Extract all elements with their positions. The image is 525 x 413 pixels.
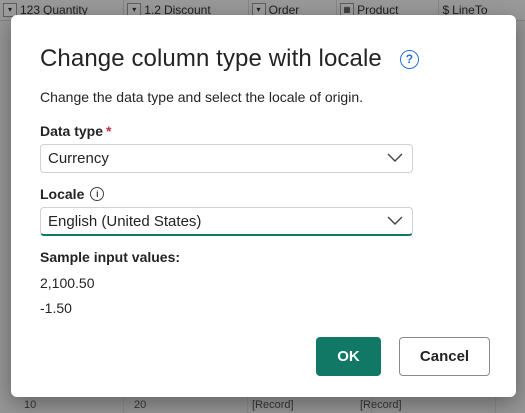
locale-label-text: Locale: [40, 186, 85, 202]
sample-value: -1.50: [40, 300, 72, 316]
dialog-header: Change column type with locale ?: [40, 45, 419, 73]
locale-label: Locale i: [40, 186, 105, 202]
sample-value: 2,100.50: [40, 275, 95, 291]
dialog-subtitle: Change the data type and select the loca…: [40, 89, 363, 105]
locale-value: English (United States): [48, 212, 202, 230]
help-icon[interactable]: ?: [399, 49, 419, 69]
ok-button[interactable]: OK: [316, 337, 381, 376]
data-type-label: Data type *: [40, 123, 111, 139]
info-icon[interactable]: i: [90, 187, 105, 202]
change-type-dialog: Change column type with locale ? Change …: [11, 15, 516, 397]
cancel-button[interactable]: Cancel: [399, 337, 490, 376]
sample-values-label: Sample input values:: [40, 249, 181, 265]
chevron-down-icon: [387, 153, 403, 162]
dialog-title: Change column type with locale: [40, 45, 382, 72]
data-type-label-text: Data type: [40, 123, 104, 139]
data-type-value: Currency: [48, 150, 109, 167]
locale-select[interactable]: English (United States): [40, 207, 413, 236]
required-marker: *: [106, 123, 112, 139]
chevron-down-icon: [387, 216, 403, 225]
data-type-select[interactable]: Currency: [40, 144, 413, 173]
